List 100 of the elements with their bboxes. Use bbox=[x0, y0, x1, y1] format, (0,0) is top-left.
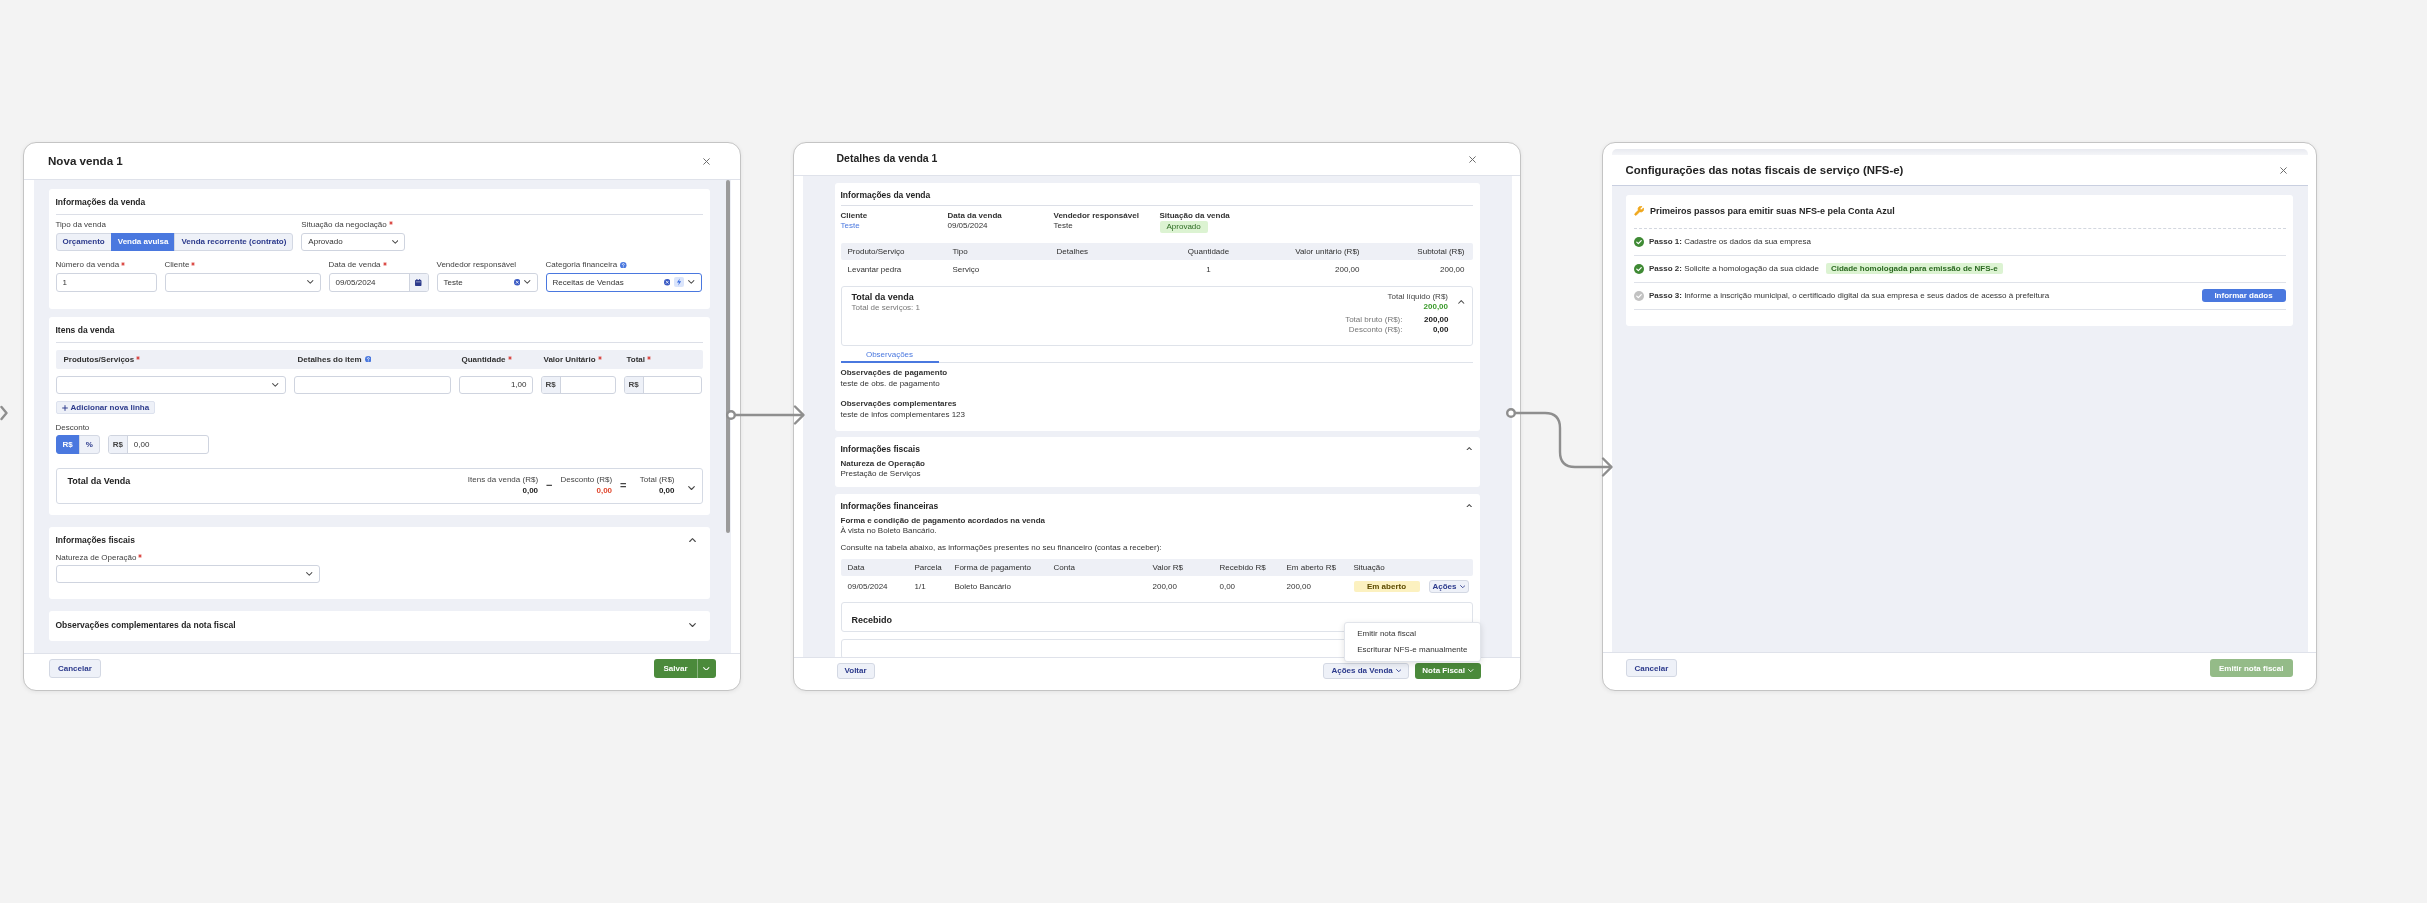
summary-subtitle: Total de serviços: 1 bbox=[851, 302, 921, 313]
table-cell-text: Levantar pedra bbox=[846, 265, 903, 274]
amount-value: 0,00 bbox=[658, 484, 675, 496]
panel-title: Recebido bbox=[851, 614, 892, 625]
hint-text: Consulte na tabela abaixo, as informações presentes no seu financeiro (contas a receber): bbox=[840, 542, 1163, 553]
date-field[interactable]: 09/05/2024 bbox=[328, 273, 429, 292]
currency-field[interactable]: R$ bbox=[623, 375, 702, 394]
calendar-button[interactable] bbox=[408, 274, 428, 291]
select-field[interactable] bbox=[55, 375, 286, 394]
table-cell-text: Serviço bbox=[951, 265, 981, 274]
currency-field[interactable]: R$ bbox=[540, 375, 616, 394]
back-button[interactable]: Voltar bbox=[836, 662, 875, 679]
column-header: Em aberto R$ bbox=[1286, 562, 1336, 572]
chevron-down-icon bbox=[703, 666, 710, 671]
add-line-button[interactable]: Adicionar nova linha bbox=[55, 401, 156, 414]
select-field[interactable] bbox=[55, 564, 320, 583]
note-label: Observações de pagamento bbox=[840, 367, 949, 378]
close-icon[interactable] bbox=[703, 157, 710, 165]
provide-data-button[interactable]: Informar dados bbox=[2201, 289, 2286, 302]
status-badge: Aprovado bbox=[1159, 220, 1208, 233]
amount-label: Itens da venda (R$) bbox=[467, 474, 539, 485]
select-field[interactable]: Receitas de Vendas bbox=[545, 273, 702, 292]
field-label: Situação da venda bbox=[1159, 210, 1231, 221]
dialog-title: Nova venda 1 bbox=[48, 153, 123, 169]
segment-tab[interactable]: Venda recorrente (contrato) bbox=[174, 232, 294, 251]
select-field[interactable]: Aprovado bbox=[301, 232, 406, 251]
table-cell-text: 200,00 bbox=[1151, 582, 1178, 591]
status-badge: Cidade homologada para emissão de NFS-e bbox=[1825, 263, 2003, 274]
invoice-button[interactable]: Nota Fiscal bbox=[1415, 662, 1481, 679]
amount-value: 0,00 bbox=[596, 484, 613, 496]
field-value: Teste bbox=[1053, 220, 1074, 231]
number-field[interactable]: 1,00 bbox=[458, 375, 533, 394]
field-label: Tipo da venda bbox=[55, 219, 106, 230]
column-header: Produto/Serviço bbox=[847, 246, 905, 256]
toggle-option[interactable]: R$ bbox=[55, 435, 80, 454]
section-heading: Informações financeiras bbox=[840, 499, 939, 512]
text-field[interactable] bbox=[293, 375, 451, 394]
table-cell-text: 09/05/2024 bbox=[846, 582, 889, 591]
column-header: Parcela bbox=[914, 562, 942, 572]
column-header: Data bbox=[847, 562, 865, 572]
table-cell-text: 0,00 bbox=[1218, 582, 1237, 591]
column-header: Detalhes bbox=[1056, 246, 1089, 256]
column-header: Conta bbox=[1053, 562, 1075, 572]
wrench-icon bbox=[1634, 206, 1644, 216]
close-icon[interactable] bbox=[1469, 155, 1476, 163]
amount-label: Total bruto (R$): bbox=[1345, 314, 1403, 325]
segment-tab[interactable]: Orçamento bbox=[55, 232, 112, 251]
summary-title: Total da Venda bbox=[67, 474, 132, 487]
section-heading: Observações complementares da nota fiscal bbox=[55, 619, 236, 631]
calendar-icon bbox=[415, 278, 422, 286]
clear-icon[interactable] bbox=[513, 279, 520, 286]
column-header: Recebido R$ bbox=[1219, 562, 1266, 572]
amount-value: 0,00 bbox=[522, 484, 539, 496]
chevron-down-icon bbox=[272, 382, 279, 387]
menu-item[interactable]: Emitir nota fiscal bbox=[1345, 625, 1468, 642]
toggle-option[interactable]: % bbox=[78, 435, 100, 454]
field-label: Cliente bbox=[840, 210, 869, 221]
field-label: Cliente bbox=[164, 260, 190, 270]
chevron-down-icon bbox=[688, 280, 695, 285]
segment-tab[interactable]: Venda avulsa bbox=[110, 232, 176, 251]
client-link[interactable]: Teste bbox=[840, 220, 948, 231]
dialog-title: Configurações das notas fiscais de serviço (NFS-e) bbox=[1625, 162, 1904, 178]
section-heading: Informações fiscais bbox=[840, 442, 920, 455]
lightning-icon[interactable] bbox=[674, 277, 684, 288]
sale-actions-button[interactable]: Ações da Venda bbox=[1323, 662, 1410, 679]
currency-field[interactable]: R$ 0,00 bbox=[107, 435, 209, 454]
field-value: 09/05/2024 bbox=[947, 220, 989, 231]
close-icon[interactable] bbox=[2280, 166, 2287, 174]
actions-button[interactable]: Ações bbox=[1428, 580, 1469, 593]
field-label: Desconto bbox=[55, 423, 90, 433]
column-header: Quantidade bbox=[461, 354, 506, 364]
chevron-down-icon bbox=[306, 571, 313, 576]
field-label: Forma e condição de pagamento acordados na venda bbox=[840, 515, 1046, 526]
menu-item[interactable]: Escriturar NFS-e manualmente bbox=[1345, 641, 1468, 658]
field-value: Prestação de Serviços bbox=[840, 468, 922, 479]
select-field[interactable] bbox=[164, 273, 321, 292]
tab[interactable]: Observações bbox=[840, 348, 939, 363]
status-badge: Em aberto bbox=[1353, 581, 1420, 592]
scrollbar-thumb[interactable] bbox=[725, 180, 730, 533]
chevron-down-icon bbox=[1459, 584, 1465, 589]
amount-value: 200,00 bbox=[1423, 301, 1448, 312]
column-header: Valor unitário (R$) bbox=[1295, 246, 1360, 256]
chevron-down-icon bbox=[1395, 668, 1402, 673]
text-field[interactable]: 1 bbox=[55, 273, 157, 292]
amount-label: Desconto (R$) bbox=[560, 474, 613, 485]
step-text: Passo 1: Cadastre os dados da sua empresa bbox=[1649, 237, 1811, 246]
clear-icon[interactable] bbox=[663, 279, 670, 286]
field-value: À vista no Boleto Bancário. bbox=[840, 525, 938, 536]
select-field[interactable]: Teste bbox=[436, 273, 538, 292]
table-cell-text: Boleto Bancário bbox=[953, 582, 1012, 591]
column-header: Valor Unitário bbox=[543, 354, 596, 364]
chevron-down-icon bbox=[307, 280, 314, 285]
amount-label: Total (R$) bbox=[639, 474, 675, 485]
cancel-button[interactable]: Cancelar bbox=[49, 659, 101, 678]
section-heading: Informações da venda bbox=[840, 188, 931, 201]
note-label: Observações complementares bbox=[840, 398, 958, 409]
table-cell-text: 1 bbox=[1205, 265, 1212, 274]
cancel-button[interactable]: Cancelar bbox=[1625, 659, 1678, 677]
save-button[interactable]: Salvar bbox=[654, 659, 697, 678]
field-label: Vendedor responsável bbox=[1053, 210, 1140, 221]
